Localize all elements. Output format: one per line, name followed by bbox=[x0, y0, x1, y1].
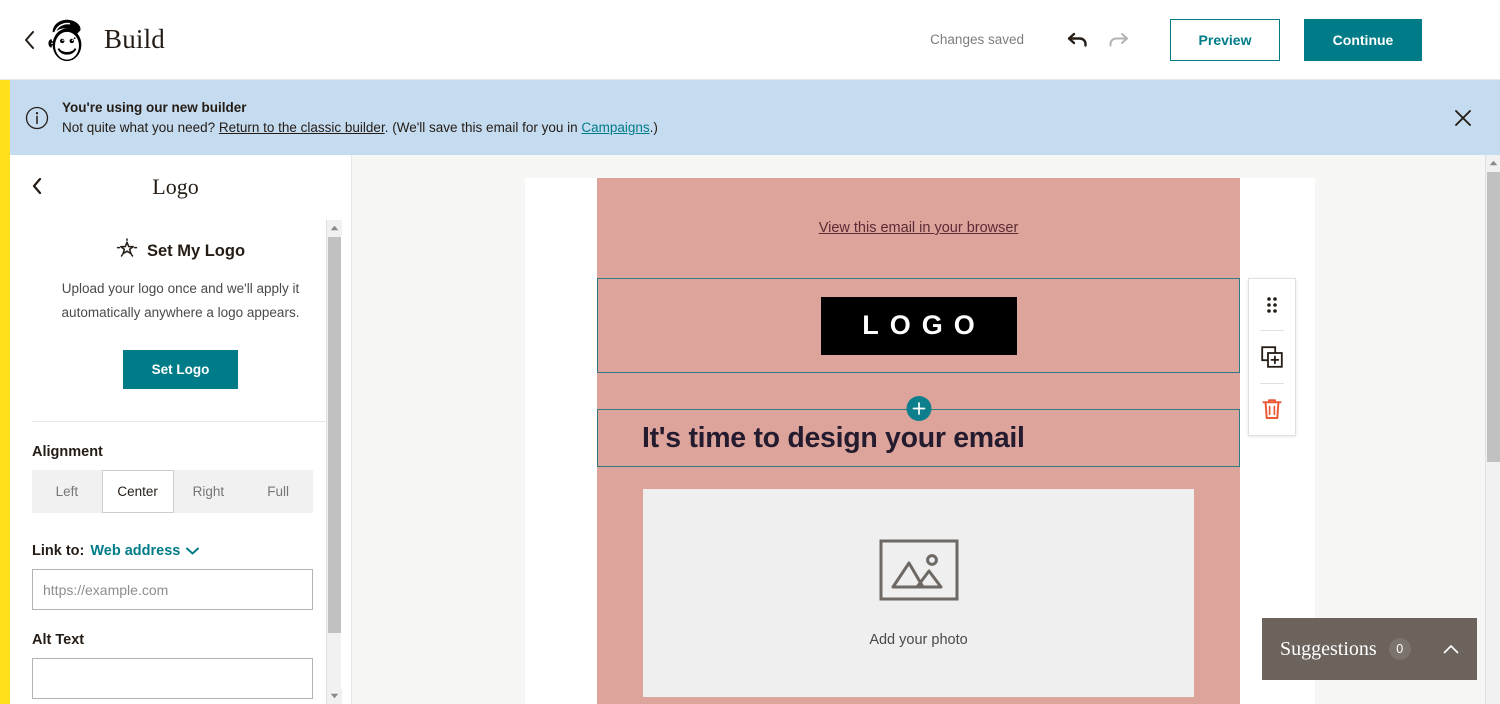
chevron-left-icon bbox=[24, 31, 35, 49]
delete-block-button[interactable] bbox=[1248, 384, 1296, 435]
sidebar-panel-title: Logo bbox=[10, 174, 351, 200]
set-logo-button[interactable]: Set Logo bbox=[123, 350, 238, 389]
set-my-logo-heading-row: Set My Logo bbox=[32, 238, 329, 265]
close-icon bbox=[1454, 109, 1472, 127]
app-header: Build Changes saved Preview Continue bbox=[0, 0, 1500, 80]
alignment-option-full[interactable]: Full bbox=[243, 470, 313, 513]
email-body: View this email in your browser LOGO It'… bbox=[597, 178, 1240, 704]
banner-close-button[interactable] bbox=[1448, 103, 1478, 133]
window-scrollbar[interactable] bbox=[1485, 155, 1500, 704]
alt-text-label: Alt Text bbox=[32, 632, 329, 648]
banner-text-group: You're using our new builder Not quite w… bbox=[62, 98, 658, 138]
sidebar-panel-header: Logo bbox=[10, 155, 351, 219]
mailchimp-freddie-icon bbox=[44, 16, 90, 64]
banner-title: You're using our new builder bbox=[62, 98, 658, 118]
set-my-logo-description: Upload your logo once and we'll apply it… bbox=[32, 277, 329, 325]
window-scroll-thumb[interactable] bbox=[1487, 172, 1500, 462]
scroll-down-icon bbox=[330, 693, 339, 699]
window-scroll-up-button[interactable] bbox=[1486, 155, 1500, 171]
undo-button[interactable] bbox=[1058, 20, 1098, 60]
new-builder-banner: You're using our new builder Not quite w… bbox=[0, 80, 1500, 155]
header-back-button[interactable] bbox=[18, 20, 40, 60]
save-status: Changes saved bbox=[930, 32, 1024, 47]
logo-settings-sidebar: Logo Set My Logo Upload your logo once a… bbox=[10, 155, 352, 704]
alignment-option-center[interactable]: Center bbox=[102, 470, 174, 513]
add-photo-caption: Add your photo bbox=[869, 632, 967, 648]
redo-button[interactable] bbox=[1098, 20, 1138, 60]
return-to-classic-builder-link[interactable]: Return to the classic builder bbox=[219, 120, 385, 135]
banner-body-middle: . (We'll save this email for you in bbox=[385, 120, 582, 135]
banner-body-suffix: .) bbox=[650, 120, 658, 135]
campaigns-link[interactable]: Campaigns bbox=[581, 120, 649, 135]
header-left-group: Build bbox=[0, 16, 165, 64]
scroll-up-icon bbox=[1489, 160, 1498, 166]
preheader-block[interactable]: View this email in your browser bbox=[597, 178, 1240, 278]
link-to-row: Link to: Web address bbox=[32, 543, 329, 559]
suggestions-count-badge: 0 bbox=[1389, 638, 1411, 660]
link-to-type-dropdown[interactable]: Web address bbox=[90, 543, 180, 559]
logo-image-placeholder[interactable]: LOGO bbox=[821, 297, 1017, 355]
sidebar-divider bbox=[32, 421, 329, 422]
sidebar-scroll-thumb[interactable] bbox=[328, 237, 341, 633]
mailchimp-email-builder: Build Changes saved Preview Continue bbox=[0, 0, 1500, 704]
sparkle-star-icon bbox=[116, 238, 138, 265]
add-block-button[interactable] bbox=[906, 396, 931, 421]
sidebar-back-button[interactable] bbox=[32, 178, 42, 197]
banner-body: Not quite what you need? Return to the c… bbox=[62, 118, 658, 138]
preview-button[interactable]: Preview bbox=[1170, 19, 1280, 61]
alignment-option-right[interactable]: Right bbox=[174, 470, 244, 513]
header-actions: Changes saved Preview Continue bbox=[930, 19, 1500, 61]
page-title: Build bbox=[104, 24, 165, 55]
continue-button[interactable]: Continue bbox=[1304, 19, 1422, 61]
scroll-up-icon bbox=[330, 225, 339, 231]
alt-text-input[interactable] bbox=[32, 658, 313, 699]
duplicate-block-button[interactable] bbox=[1248, 331, 1296, 382]
sidebar-scroll-down-button[interactable] bbox=[327, 688, 342, 704]
banner-body-prefix: Not quite what you need? bbox=[62, 120, 219, 135]
chevron-down-icon[interactable] bbox=[186, 544, 199, 558]
link-url-input[interactable] bbox=[32, 569, 313, 610]
undo-arrow-icon bbox=[1066, 30, 1090, 50]
email-sheet: View this email in your browser LOGO It'… bbox=[525, 178, 1315, 704]
chevron-up-icon[interactable] bbox=[1443, 641, 1459, 657]
link-to-label: Link to: bbox=[32, 543, 84, 559]
suggestions-widget[interactable]: Suggestions 0 bbox=[1262, 618, 1477, 680]
sidebar-scroll-up-button[interactable] bbox=[327, 220, 342, 236]
drag-dots-icon bbox=[1264, 295, 1280, 315]
add-photo-placeholder[interactable]: Add your photo bbox=[643, 489, 1194, 697]
block-toolbar bbox=[1248, 278, 1296, 436]
duplicate-icon bbox=[1261, 346, 1283, 368]
drag-block-handle[interactable] bbox=[1248, 279, 1296, 330]
sidebar-scrollbar[interactable] bbox=[326, 220, 341, 704]
alignment-label: Alignment bbox=[32, 444, 329, 460]
chevron-left-icon bbox=[32, 178, 42, 194]
logo-block[interactable]: LOGO bbox=[597, 278, 1240, 373]
left-accent-rail bbox=[0, 80, 10, 704]
trash-icon bbox=[1262, 398, 1282, 420]
set-my-logo-heading: Set My Logo bbox=[147, 242, 245, 261]
alignment-segmented-control: Left Center Right Full bbox=[32, 470, 313, 513]
view-in-browser-link[interactable]: View this email in your browser bbox=[819, 220, 1019, 236]
redo-arrow-icon bbox=[1106, 30, 1130, 50]
image-mountain-icon bbox=[879, 539, 959, 606]
info-circle-icon bbox=[25, 106, 49, 130]
photo-block: Add your photo bbox=[597, 467, 1240, 697]
headline-text[interactable]: It's time to design your email bbox=[642, 422, 1025, 455]
alignment-option-left[interactable]: Left bbox=[32, 470, 102, 513]
plus-circle-icon bbox=[912, 402, 925, 415]
suggestions-label: Suggestions bbox=[1280, 638, 1377, 661]
sidebar-panel-body: Set My Logo Upload your logo once and we… bbox=[10, 238, 351, 699]
headline-block[interactable]: It's time to design your email bbox=[597, 409, 1240, 467]
